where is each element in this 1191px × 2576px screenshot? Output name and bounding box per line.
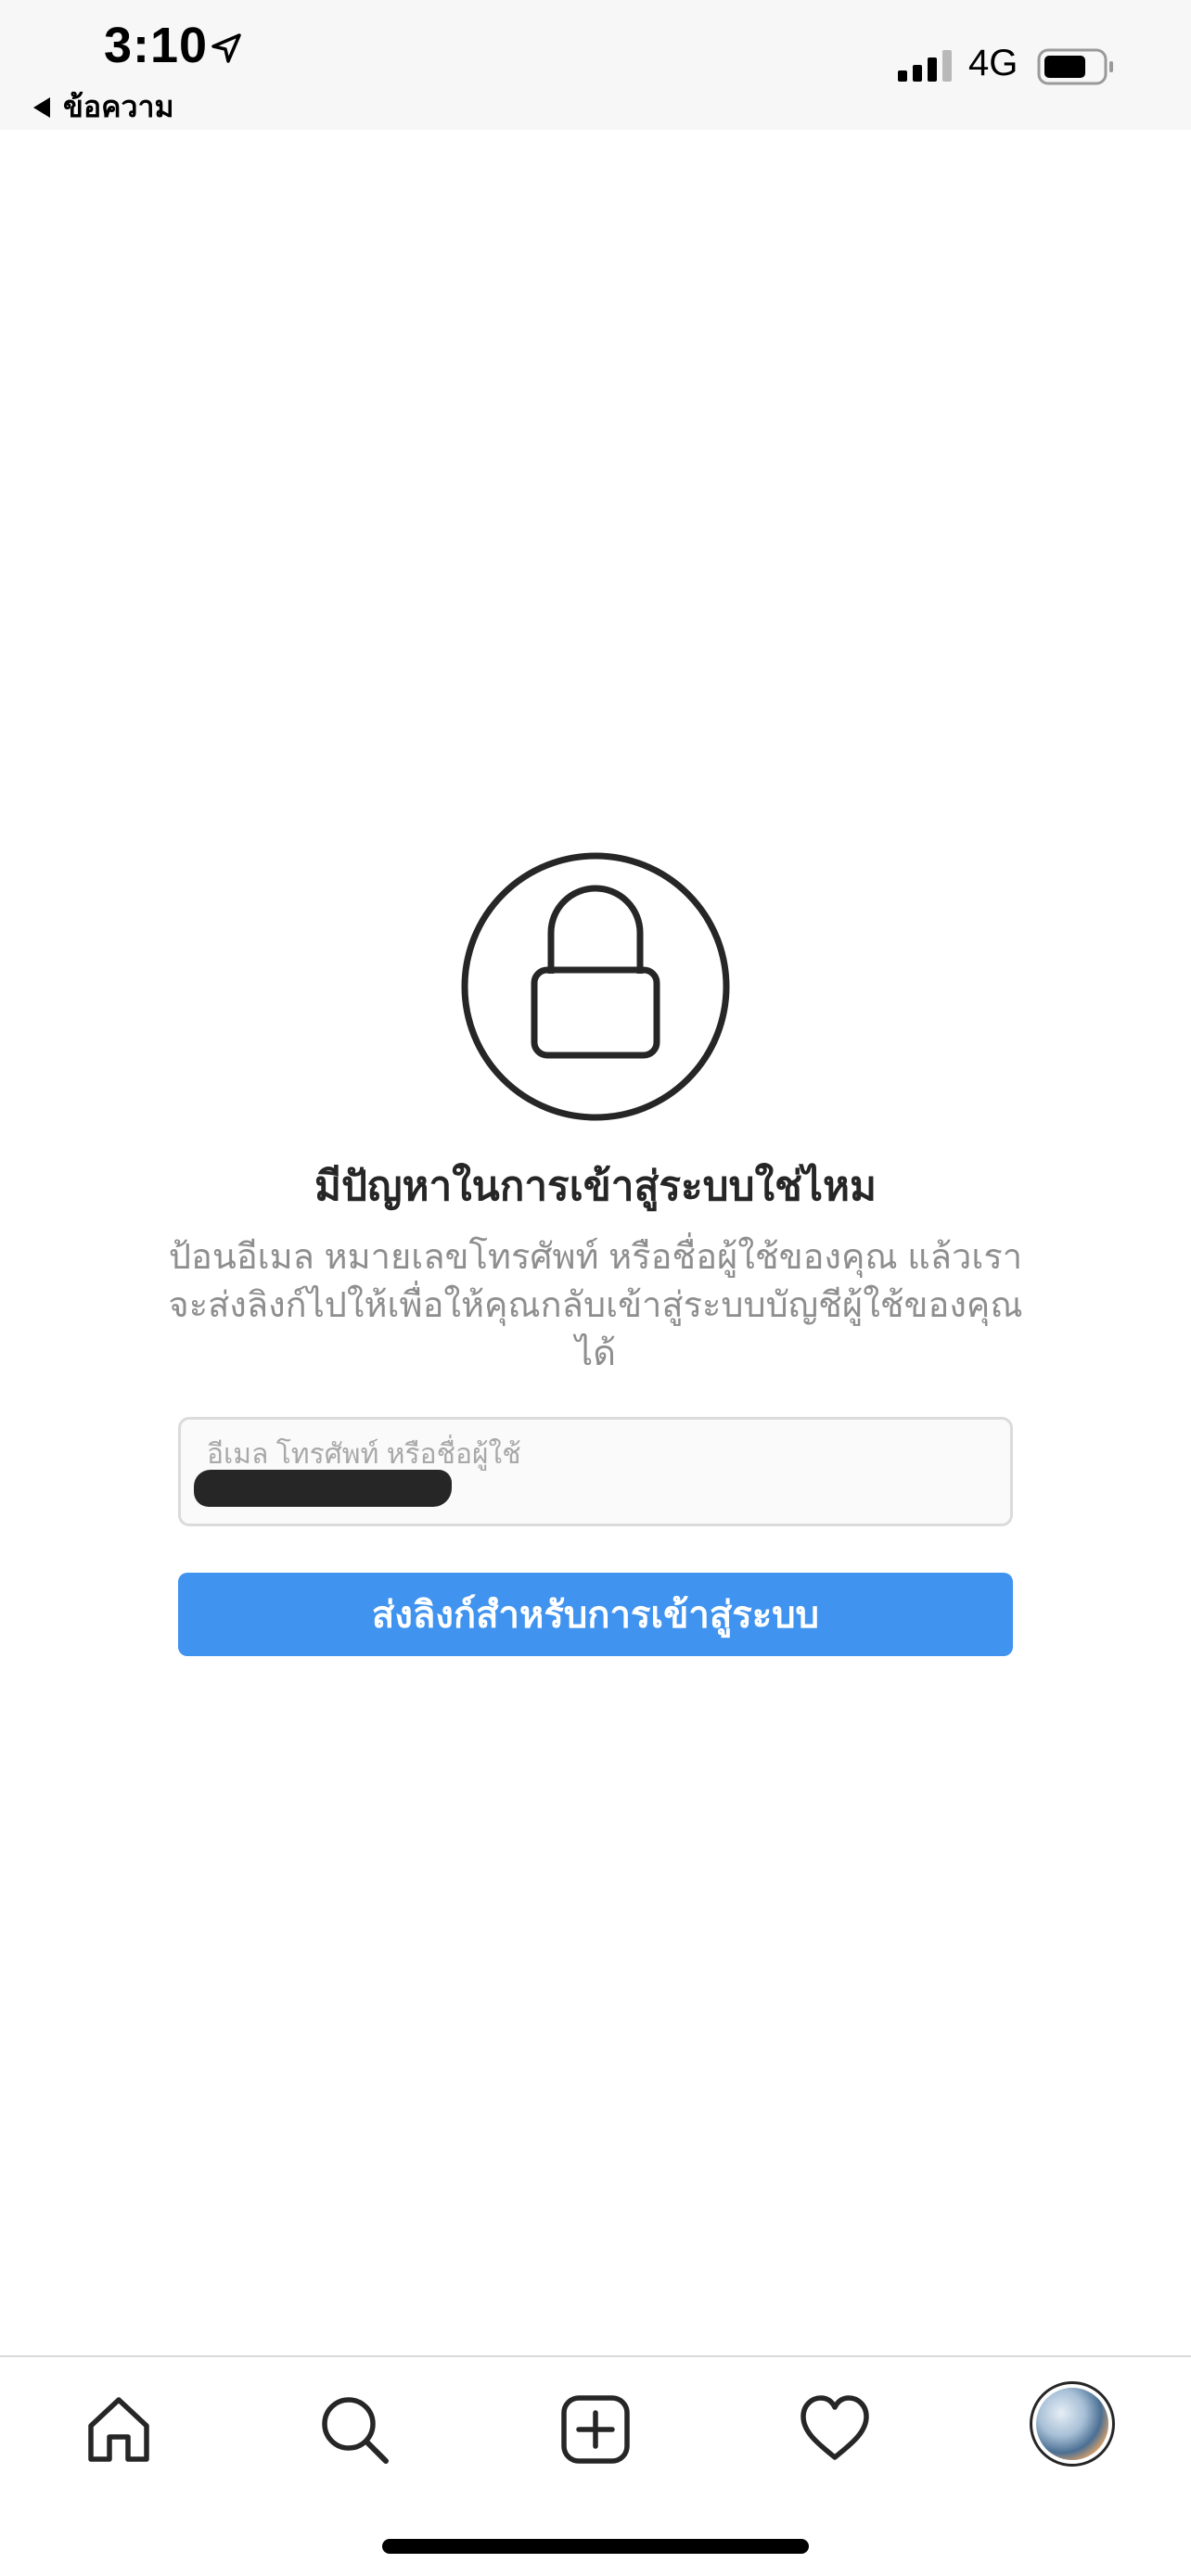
new-post-icon bbox=[561, 2395, 630, 2464]
instructions-text: ป้อนอีเมล หมายเลขโทรศัพท์ หรือชื่อผู้ใช้… bbox=[168, 1238, 1023, 1373]
status-bar: 3:10 ข้อความ 4G bbox=[0, 0, 1191, 130]
tab-activity[interactable] bbox=[790, 2385, 879, 2474]
tab-home[interactable] bbox=[74, 2385, 163, 2474]
home-indicator[interactable] bbox=[382, 2539, 809, 2554]
search-icon bbox=[322, 2397, 389, 2464]
page-title: มีปัญหาในการเข้าสู่ระบบใช่ไหม bbox=[314, 1164, 877, 1209]
back-triangle-icon bbox=[33, 96, 50, 118]
tab-profile-avatar[interactable] bbox=[1030, 2381, 1115, 2467]
tab-search[interactable] bbox=[310, 2385, 399, 2474]
home-icon bbox=[88, 2397, 149, 2462]
tab-new-post[interactable] bbox=[551, 2385, 640, 2474]
battery-icon bbox=[1037, 48, 1113, 85]
redacted-input-value bbox=[194, 1470, 452, 1507]
lock-icon bbox=[461, 852, 730, 1121]
activity-heart-icon bbox=[800, 2395, 869, 2460]
reset-password-screen: 3:10 ข้อความ 4G มีปัญหาในการเข้าสู่ระบบใ… bbox=[0, 0, 1191, 2576]
profile-avatar-image bbox=[1036, 2388, 1108, 2460]
status-time: 3:10 bbox=[104, 18, 209, 73]
identifier-input[interactable]: อีเมล โทรศัพท์ หรือชื่อผู้ใช้ bbox=[178, 1417, 1013, 1526]
back-to-messages[interactable]: ข้อความ bbox=[33, 83, 174, 131]
send-login-link-button[interactable]: ส่งลิงก์สำหรับการเข้าสู่ระบบ bbox=[178, 1573, 1013, 1656]
location-arrow-icon bbox=[211, 33, 241, 63]
back-label: ข้อความ bbox=[63, 90, 174, 123]
network-type: 4G bbox=[968, 43, 1018, 83]
cellular-signal-icon bbox=[898, 48, 952, 82]
